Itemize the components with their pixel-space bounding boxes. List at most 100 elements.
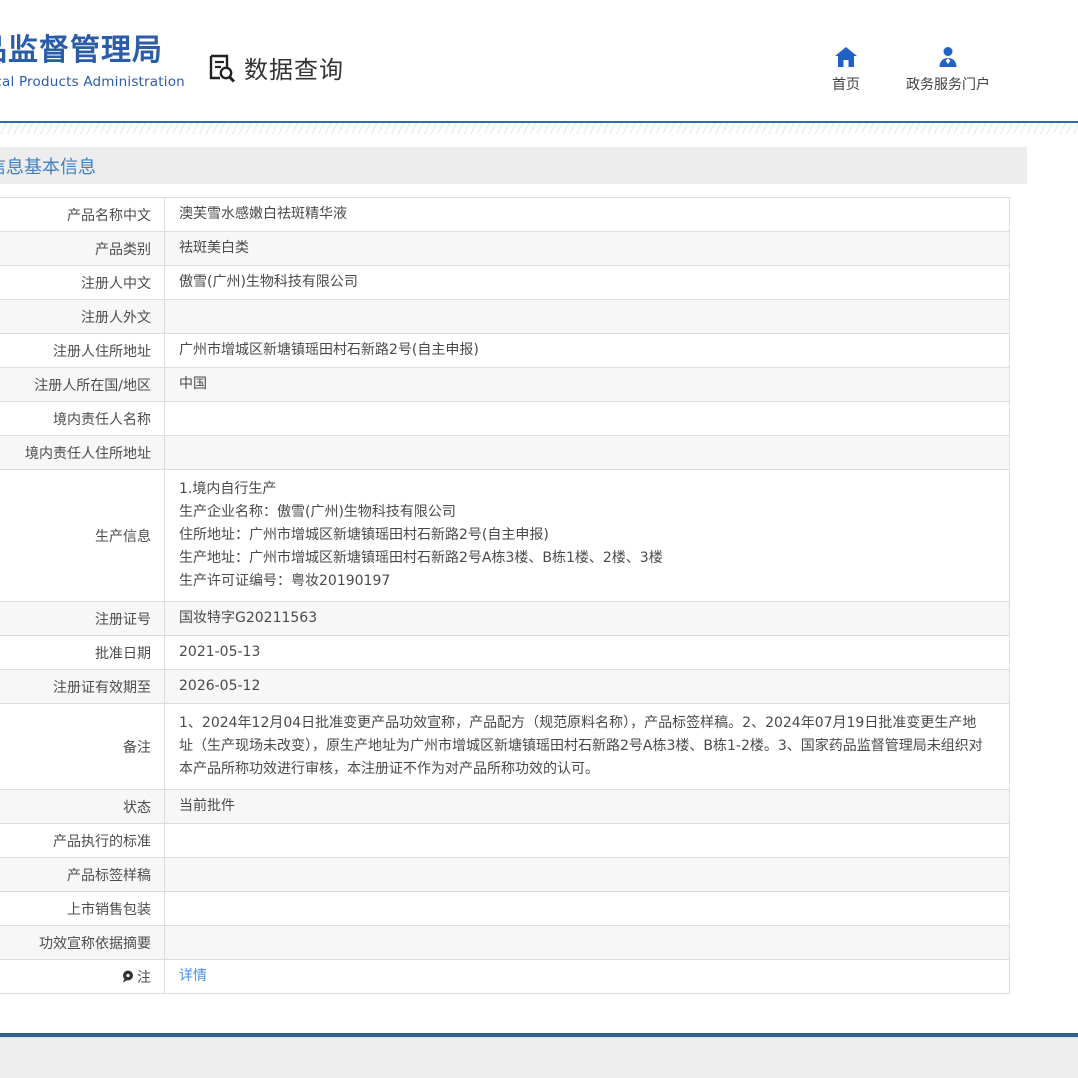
row-label: 产品执行的标准 bbox=[0, 824, 165, 857]
row-label-text: 注册人所在国/地区 bbox=[34, 375, 151, 395]
table-row: 产品执行的标准 bbox=[0, 824, 1009, 858]
row-value: 2026-05-12 bbox=[165, 670, 1009, 703]
row-label-text: 产品名称中文 bbox=[67, 205, 151, 225]
logo-title-cn: 国家药品监督管理局 bbox=[0, 34, 185, 68]
nav-home[interactable]: 首页 bbox=[832, 46, 860, 94]
site-logo[interactable]: 国家药品监督管理局 National Medical Products Admi… bbox=[0, 34, 185, 90]
table-row: 上市销售包装 bbox=[0, 892, 1009, 926]
row-value: 澳芙雪水感嫩白祛斑精华液 bbox=[165, 198, 1009, 231]
header: 国家药品监督管理局 National Medical Products Admi… bbox=[0, 0, 1078, 121]
table-row: 产品标签样稿 bbox=[0, 858, 1009, 892]
site-name: 数据查询 bbox=[244, 50, 344, 85]
row-value-text: 国妆特字G20211563 bbox=[179, 607, 985, 630]
table-row: 备注 1、2024年12月04日批准变更产品功效宣称，产品配方（规范原料名称），产… bbox=[0, 704, 1009, 790]
row-value: 1.境内自行生产生产企业名称：傲雪(广州)生物科技有限公司住所地址：广州市增城区… bbox=[165, 470, 1009, 601]
nav-home-label: 首页 bbox=[832, 74, 860, 94]
row-label-text: 注册人中文 bbox=[81, 273, 151, 293]
table-row: 注册人中文 傲雪(广州)生物科技有限公司 bbox=[0, 266, 1009, 300]
row-label: 注册人中文 bbox=[0, 266, 165, 299]
row-label-text: 备注 bbox=[123, 737, 151, 757]
doc-search-icon bbox=[205, 52, 237, 84]
table-row: 生产信息 1.境内自行生产生产企业名称：傲雪(广州)生物科技有限公司住所地址：广州… bbox=[0, 470, 1009, 602]
row-value: 傲雪(广州)生物科技有限公司 bbox=[165, 266, 1009, 299]
nav-portal-label: 政务服务门户 bbox=[906, 74, 990, 94]
row-value bbox=[165, 402, 1009, 435]
row-value-text: 2021-05-13 bbox=[179, 641, 985, 664]
details-link[interactable]: 详情 bbox=[179, 965, 207, 988]
row-label-text: 境内责任人住所地址 bbox=[25, 443, 151, 463]
row-value: 中国 bbox=[165, 368, 1009, 401]
row-value-line: 住所地址：广州市增城区新塘镇瑶田村石新路2号(自主申报) bbox=[179, 524, 985, 547]
table-row: 注册人外文 bbox=[0, 300, 1009, 334]
row-label: 境内责任人名称 bbox=[0, 402, 165, 435]
row-value bbox=[165, 300, 1009, 333]
row-label-text: 产品类别 bbox=[95, 239, 151, 259]
table-row: 状态当前批件 bbox=[0, 790, 1009, 824]
note-bubble-icon bbox=[122, 970, 134, 983]
page: 国家药品监督管理局 National Medical Products Admi… bbox=[0, 0, 1078, 1078]
data-query-brand: 数据查询 bbox=[205, 50, 344, 85]
section-header: 信息基本信息 bbox=[0, 147, 1027, 184]
row-label: 注册人所在国/地区 bbox=[0, 368, 165, 401]
row-value-text: 中国 bbox=[179, 373, 985, 396]
row-value-text: 1、2024年12月04日批准变更产品功效宣称，产品配方（规范原料名称），产品标… bbox=[179, 712, 985, 781]
row-label: 注册人外文 bbox=[0, 300, 165, 333]
section-title: 信息基本信息 bbox=[0, 153, 96, 179]
row-value-line: 生产许可证编号：粤妆20190197 bbox=[179, 570, 985, 593]
home-icon bbox=[834, 46, 858, 68]
row-value: 详情 bbox=[165, 960, 1009, 993]
table-row: 产品类别 祛斑美白类 bbox=[0, 232, 1009, 266]
row-value-text: 当前批件 bbox=[179, 795, 985, 818]
row-label: 境内责任人住所地址 bbox=[0, 436, 165, 469]
row-label: 注册证号 bbox=[0, 602, 165, 635]
product-info-table: 产品名称中文 澳芙雪水感嫩白祛斑精华液产品类别 祛斑美白类注册人中文 傲雪(广州)生物… bbox=[0, 197, 1010, 994]
row-label-text: 产品执行的标准 bbox=[53, 831, 151, 851]
row-label: 注 bbox=[0, 960, 165, 993]
row-value-line: 生产地址：广州市增城区新塘镇瑶田村石新路2号A栋3楼、B栋1楼、2楼、3楼 bbox=[179, 547, 985, 570]
row-value: 2021-05-13 bbox=[165, 636, 1009, 669]
row-value bbox=[165, 892, 1009, 925]
row-value: 广州市增城区新塘镇瑶田村石新路2号(自主申报) bbox=[165, 334, 1009, 367]
row-value bbox=[165, 926, 1009, 959]
row-label: 功效宣称依据摘要 bbox=[0, 926, 165, 959]
row-label: 产品名称中文 bbox=[0, 198, 165, 231]
row-value: 1、2024年12月04日批准变更产品功效宣称，产品配方（规范原料名称），产品标… bbox=[165, 704, 1009, 789]
table-row: 注 详情 bbox=[0, 960, 1009, 993]
row-value-text: 2026-05-12 bbox=[179, 675, 985, 698]
row-value: 国妆特字G20211563 bbox=[165, 602, 1009, 635]
table-row: 功效宣称依据摘要 bbox=[0, 926, 1009, 960]
table-row: 境内责任人名称 bbox=[0, 402, 1009, 436]
row-value-text: 澳芙雪水感嫩白祛斑精华液 bbox=[179, 203, 985, 226]
row-label-text: 注册人住所地址 bbox=[53, 341, 151, 361]
row-label: 注册人住所地址 bbox=[0, 334, 165, 367]
row-value-text: 傲雪(广州)生物科技有限公司 bbox=[179, 271, 985, 294]
row-label-text: 注册人外文 bbox=[81, 307, 151, 327]
row-value-text: 祛斑美白类 bbox=[179, 237, 985, 260]
header-divider-hatch bbox=[0, 123, 1078, 134]
row-label-text: 注册证号 bbox=[95, 609, 151, 629]
row-value bbox=[165, 436, 1009, 469]
row-label: 注册证有效期至 bbox=[0, 670, 165, 703]
row-label: 备注 bbox=[0, 704, 165, 789]
row-label: 生产信息 bbox=[0, 470, 165, 601]
table-row: 注册证号 国妆特字G20211563 bbox=[0, 602, 1009, 636]
row-label: 上市销售包装 bbox=[0, 892, 165, 925]
row-label-text: 产品标签样稿 bbox=[67, 865, 151, 885]
row-label-text: 批准日期 bbox=[95, 643, 151, 663]
row-label: 产品类别 bbox=[0, 232, 165, 265]
row-label-text: 注 bbox=[137, 967, 151, 987]
row-label-text: 境内责任人名称 bbox=[53, 409, 151, 429]
row-value-text: 广州市增城区新塘镇瑶田村石新路2号(自主申报) bbox=[179, 339, 985, 362]
row-label-text: 功效宣称依据摘要 bbox=[39, 933, 151, 953]
footer bbox=[0, 1033, 1078, 1078]
table-row: 注册证有效期至 2026-05-12 bbox=[0, 670, 1009, 704]
header-nav: 首页 政务服务门户 bbox=[832, 46, 990, 94]
table-row: 产品名称中文 澳芙雪水感嫩白祛斑精华液 bbox=[0, 198, 1009, 232]
row-label: 批准日期 bbox=[0, 636, 165, 669]
row-value-line: 1.境内自行生产 bbox=[179, 478, 985, 501]
table-row: 注册人住所地址 广州市增城区新塘镇瑶田村石新路2号(自主申报) bbox=[0, 334, 1009, 368]
row-label-text: 生产信息 bbox=[95, 526, 151, 546]
row-value bbox=[165, 824, 1009, 857]
nav-portal[interactable]: 政务服务门户 bbox=[906, 46, 990, 94]
footer-accent-line-light bbox=[0, 1037, 1078, 1038]
